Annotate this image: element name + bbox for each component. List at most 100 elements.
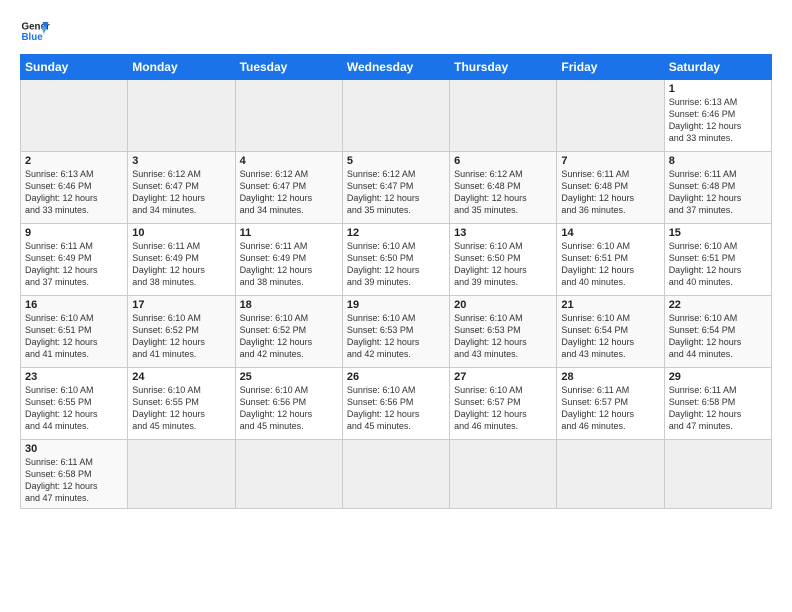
day-number: 11	[240, 227, 338, 239]
day-number: 6	[454, 155, 552, 167]
day-info: Sunrise: 6:10 AM Sunset: 6:53 PM Dayligh…	[347, 312, 445, 361]
day-number: 12	[347, 227, 445, 239]
calendar-cell: 6Sunrise: 6:12 AM Sunset: 6:48 PM Daylig…	[450, 152, 557, 224]
calendar-cell: 2Sunrise: 6:13 AM Sunset: 6:46 PM Daylig…	[21, 152, 128, 224]
calendar-cell	[664, 440, 771, 509]
calendar-cell: 7Sunrise: 6:11 AM Sunset: 6:48 PM Daylig…	[557, 152, 664, 224]
header: General Blue	[20, 16, 772, 46]
calendar-cell: 29Sunrise: 6:11 AM Sunset: 6:58 PM Dayli…	[664, 368, 771, 440]
calendar-cell: 10Sunrise: 6:11 AM Sunset: 6:49 PM Dayli…	[128, 224, 235, 296]
day-info: Sunrise: 6:11 AM Sunset: 6:48 PM Dayligh…	[669, 168, 767, 217]
day-info: Sunrise: 6:10 AM Sunset: 6:54 PM Dayligh…	[669, 312, 767, 361]
calendar-cell	[450, 440, 557, 509]
day-info: Sunrise: 6:13 AM Sunset: 6:46 PM Dayligh…	[669, 96, 767, 145]
day-number: 14	[561, 227, 659, 239]
day-number: 21	[561, 299, 659, 311]
calendar-cell: 20Sunrise: 6:10 AM Sunset: 6:53 PM Dayli…	[450, 296, 557, 368]
calendar-cell: 1Sunrise: 6:13 AM Sunset: 6:46 PM Daylig…	[664, 80, 771, 152]
logo: General Blue	[20, 16, 50, 46]
day-number: 25	[240, 371, 338, 383]
day-number: 28	[561, 371, 659, 383]
calendar-cell	[450, 80, 557, 152]
day-info: Sunrise: 6:10 AM Sunset: 6:56 PM Dayligh…	[347, 384, 445, 433]
calendar-cell	[235, 80, 342, 152]
day-info: Sunrise: 6:11 AM Sunset: 6:49 PM Dayligh…	[25, 240, 123, 289]
weekday-header-thursday: Thursday	[450, 55, 557, 80]
day-number: 5	[347, 155, 445, 167]
day-info: Sunrise: 6:10 AM Sunset: 6:50 PM Dayligh…	[347, 240, 445, 289]
day-info: Sunrise: 6:10 AM Sunset: 6:51 PM Dayligh…	[561, 240, 659, 289]
weekday-header-friday: Friday	[557, 55, 664, 80]
day-number: 3	[132, 155, 230, 167]
day-info: Sunrise: 6:10 AM Sunset: 6:50 PM Dayligh…	[454, 240, 552, 289]
day-info: Sunrise: 6:13 AM Sunset: 6:46 PM Dayligh…	[25, 168, 123, 217]
day-info: Sunrise: 6:10 AM Sunset: 6:56 PM Dayligh…	[240, 384, 338, 433]
day-number: 4	[240, 155, 338, 167]
day-number: 27	[454, 371, 552, 383]
calendar-week-row: 2Sunrise: 6:13 AM Sunset: 6:46 PM Daylig…	[21, 152, 772, 224]
calendar-cell	[557, 80, 664, 152]
calendar-table: SundayMondayTuesdayWednesdayThursdayFrid…	[20, 54, 772, 509]
weekday-header-monday: Monday	[128, 55, 235, 80]
day-number: 10	[132, 227, 230, 239]
calendar-cell: 28Sunrise: 6:11 AM Sunset: 6:57 PM Dayli…	[557, 368, 664, 440]
calendar-cell: 24Sunrise: 6:10 AM Sunset: 6:55 PM Dayli…	[128, 368, 235, 440]
day-number: 26	[347, 371, 445, 383]
day-info: Sunrise: 6:10 AM Sunset: 6:55 PM Dayligh…	[25, 384, 123, 433]
day-number: 15	[669, 227, 767, 239]
day-info: Sunrise: 6:11 AM Sunset: 6:58 PM Dayligh…	[25, 456, 123, 505]
day-number: 22	[669, 299, 767, 311]
calendar-cell	[235, 440, 342, 509]
calendar-cell: 3Sunrise: 6:12 AM Sunset: 6:47 PM Daylig…	[128, 152, 235, 224]
calendar-cell	[342, 440, 449, 509]
svg-text:Blue: Blue	[22, 32, 44, 43]
day-number: 29	[669, 371, 767, 383]
day-number: 8	[669, 155, 767, 167]
calendar-cell: 8Sunrise: 6:11 AM Sunset: 6:48 PM Daylig…	[664, 152, 771, 224]
day-info: Sunrise: 6:10 AM Sunset: 6:52 PM Dayligh…	[132, 312, 230, 361]
day-info: Sunrise: 6:12 AM Sunset: 6:47 PM Dayligh…	[347, 168, 445, 217]
day-info: Sunrise: 6:11 AM Sunset: 6:58 PM Dayligh…	[669, 384, 767, 433]
calendar-cell: 4Sunrise: 6:12 AM Sunset: 6:47 PM Daylig…	[235, 152, 342, 224]
calendar-cell: 18Sunrise: 6:10 AM Sunset: 6:52 PM Dayli…	[235, 296, 342, 368]
day-number: 18	[240, 299, 338, 311]
calendar-week-row: 30Sunrise: 6:11 AM Sunset: 6:58 PM Dayli…	[21, 440, 772, 509]
day-number: 13	[454, 227, 552, 239]
day-number: 16	[25, 299, 123, 311]
calendar-cell: 9Sunrise: 6:11 AM Sunset: 6:49 PM Daylig…	[21, 224, 128, 296]
day-info: Sunrise: 6:10 AM Sunset: 6:51 PM Dayligh…	[669, 240, 767, 289]
calendar-week-row: 16Sunrise: 6:10 AM Sunset: 6:51 PM Dayli…	[21, 296, 772, 368]
calendar-week-row: 23Sunrise: 6:10 AM Sunset: 6:55 PM Dayli…	[21, 368, 772, 440]
day-info: Sunrise: 6:10 AM Sunset: 6:57 PM Dayligh…	[454, 384, 552, 433]
generalblue-logo-icon: General Blue	[20, 16, 50, 46]
weekday-header-sunday: Sunday	[21, 55, 128, 80]
calendar-cell: 12Sunrise: 6:10 AM Sunset: 6:50 PM Dayli…	[342, 224, 449, 296]
day-number: 17	[132, 299, 230, 311]
day-info: Sunrise: 6:12 AM Sunset: 6:47 PM Dayligh…	[132, 168, 230, 217]
day-number: 1	[669, 83, 767, 95]
day-number: 24	[132, 371, 230, 383]
calendar-cell	[128, 440, 235, 509]
day-info: Sunrise: 6:10 AM Sunset: 6:53 PM Dayligh…	[454, 312, 552, 361]
calendar-cell: 17Sunrise: 6:10 AM Sunset: 6:52 PM Dayli…	[128, 296, 235, 368]
calendar-cell	[21, 80, 128, 152]
day-info: Sunrise: 6:10 AM Sunset: 6:55 PM Dayligh…	[132, 384, 230, 433]
day-info: Sunrise: 6:11 AM Sunset: 6:48 PM Dayligh…	[561, 168, 659, 217]
calendar-cell	[557, 440, 664, 509]
day-info: Sunrise: 6:12 AM Sunset: 6:47 PM Dayligh…	[240, 168, 338, 217]
day-number: 2	[25, 155, 123, 167]
calendar-cell: 19Sunrise: 6:10 AM Sunset: 6:53 PM Dayli…	[342, 296, 449, 368]
day-info: Sunrise: 6:11 AM Sunset: 6:49 PM Dayligh…	[240, 240, 338, 289]
calendar-cell: 23Sunrise: 6:10 AM Sunset: 6:55 PM Dayli…	[21, 368, 128, 440]
weekday-header-saturday: Saturday	[664, 55, 771, 80]
calendar-cell: 27Sunrise: 6:10 AM Sunset: 6:57 PM Dayli…	[450, 368, 557, 440]
day-number: 30	[25, 443, 123, 455]
day-number: 19	[347, 299, 445, 311]
day-info: Sunrise: 6:10 AM Sunset: 6:52 PM Dayligh…	[240, 312, 338, 361]
calendar-cell: 25Sunrise: 6:10 AM Sunset: 6:56 PM Dayli…	[235, 368, 342, 440]
day-number: 23	[25, 371, 123, 383]
calendar-week-row: 9Sunrise: 6:11 AM Sunset: 6:49 PM Daylig…	[21, 224, 772, 296]
day-info: Sunrise: 6:11 AM Sunset: 6:49 PM Dayligh…	[132, 240, 230, 289]
calendar-cell: 11Sunrise: 6:11 AM Sunset: 6:49 PM Dayli…	[235, 224, 342, 296]
weekday-header-wednesday: Wednesday	[342, 55, 449, 80]
